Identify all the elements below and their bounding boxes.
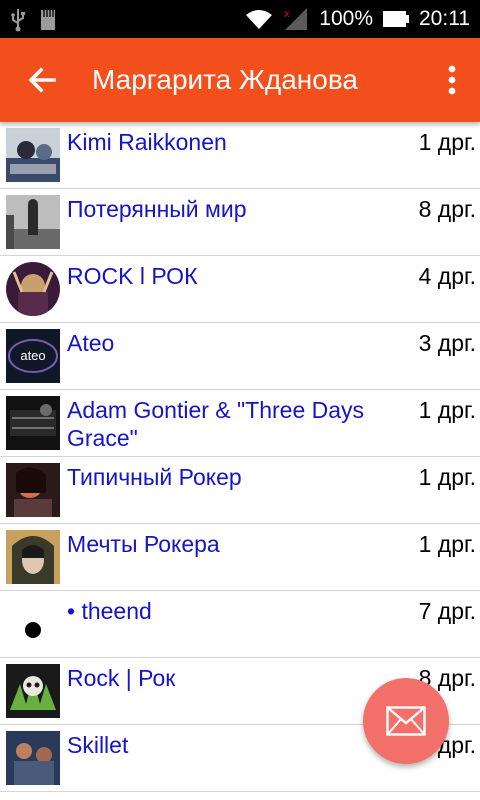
group-avatar xyxy=(6,463,60,517)
page-title: Маргарита Жданова xyxy=(92,64,358,95)
battery-icon xyxy=(383,11,409,27)
status-bar: x 100% 20:11 xyxy=(0,0,480,38)
group-name[interactable]: Skillet xyxy=(67,731,367,759)
list-item[interactable]: ROCK l РОК 4 дрг. xyxy=(0,256,480,323)
friends-count: 8 дрг. xyxy=(418,196,476,222)
group-avatar xyxy=(6,262,60,316)
list-item[interactable]: Kimi Raikkonen 1 дрг. xyxy=(0,122,480,189)
sd-card-icon xyxy=(41,10,55,30)
group-name[interactable]: ROCK l РОК xyxy=(67,262,367,290)
group-avatar xyxy=(6,664,60,718)
group-avatar xyxy=(6,597,60,651)
wifi-icon xyxy=(246,10,273,29)
app-bar: Маргарита Жданова xyxy=(0,38,480,122)
usb-icon xyxy=(11,9,25,32)
group-avatar xyxy=(6,128,60,182)
clock: 20:11 xyxy=(419,7,470,30)
friends-count: 1 дрг. xyxy=(418,464,476,490)
signal-icon: x xyxy=(284,8,308,30)
group-name[interactable]: Потерянный мир xyxy=(67,195,367,223)
friends-count: 1 дрг. xyxy=(418,531,476,557)
friends-count: 3 дрг. xyxy=(418,330,476,356)
group-name[interactable]: Мечты Рокера xyxy=(67,530,367,558)
group-name[interactable]: Adam Gontier & "Three Days Grace" xyxy=(67,396,367,452)
group-name[interactable]: • theend xyxy=(67,597,367,625)
list-item[interactable]: ateo Ateo 3 дрг. xyxy=(0,323,480,390)
group-avatar xyxy=(6,195,60,249)
group-avatar: ateo xyxy=(6,329,60,383)
group-name[interactable]: Ateo xyxy=(67,329,367,357)
group-avatar xyxy=(6,396,60,450)
battery-percent: 100% xyxy=(319,7,373,30)
overflow-menu-icon[interactable] xyxy=(442,62,462,98)
list-item[interactable]: Мечты Рокера 1 дрг. xyxy=(0,524,480,591)
send-message-button[interactable] xyxy=(363,678,449,764)
friends-count: 1 дрг. xyxy=(418,397,476,423)
list-item[interactable]: Adam Gontier & "Three Days Grace" 1 дрг. xyxy=(0,390,480,457)
friends-count: 4 дрг. xyxy=(418,263,476,289)
svg-text:x: x xyxy=(284,8,290,20)
list-item[interactable]: Потерянный мир 8 дрг. xyxy=(0,189,480,256)
back-arrow-icon[interactable] xyxy=(22,60,62,100)
group-name[interactable]: Типичный Рокер xyxy=(67,463,367,491)
friends-count: 1 дрг. xyxy=(418,129,476,155)
list-item[interactable]: • theend 7 дрг. xyxy=(0,591,480,658)
svg-text:ateo: ateo xyxy=(20,348,45,363)
group-name[interactable]: Rock | Рок xyxy=(67,664,367,692)
envelope-icon xyxy=(386,706,426,736)
group-name[interactable]: Kimi Raikkonen xyxy=(67,128,367,156)
friends-count: 7 дрг. xyxy=(418,598,476,624)
group-avatar xyxy=(6,731,60,785)
list-item[interactable]: Типичный Рокер 1 дрг. xyxy=(0,457,480,524)
group-avatar xyxy=(6,530,60,584)
